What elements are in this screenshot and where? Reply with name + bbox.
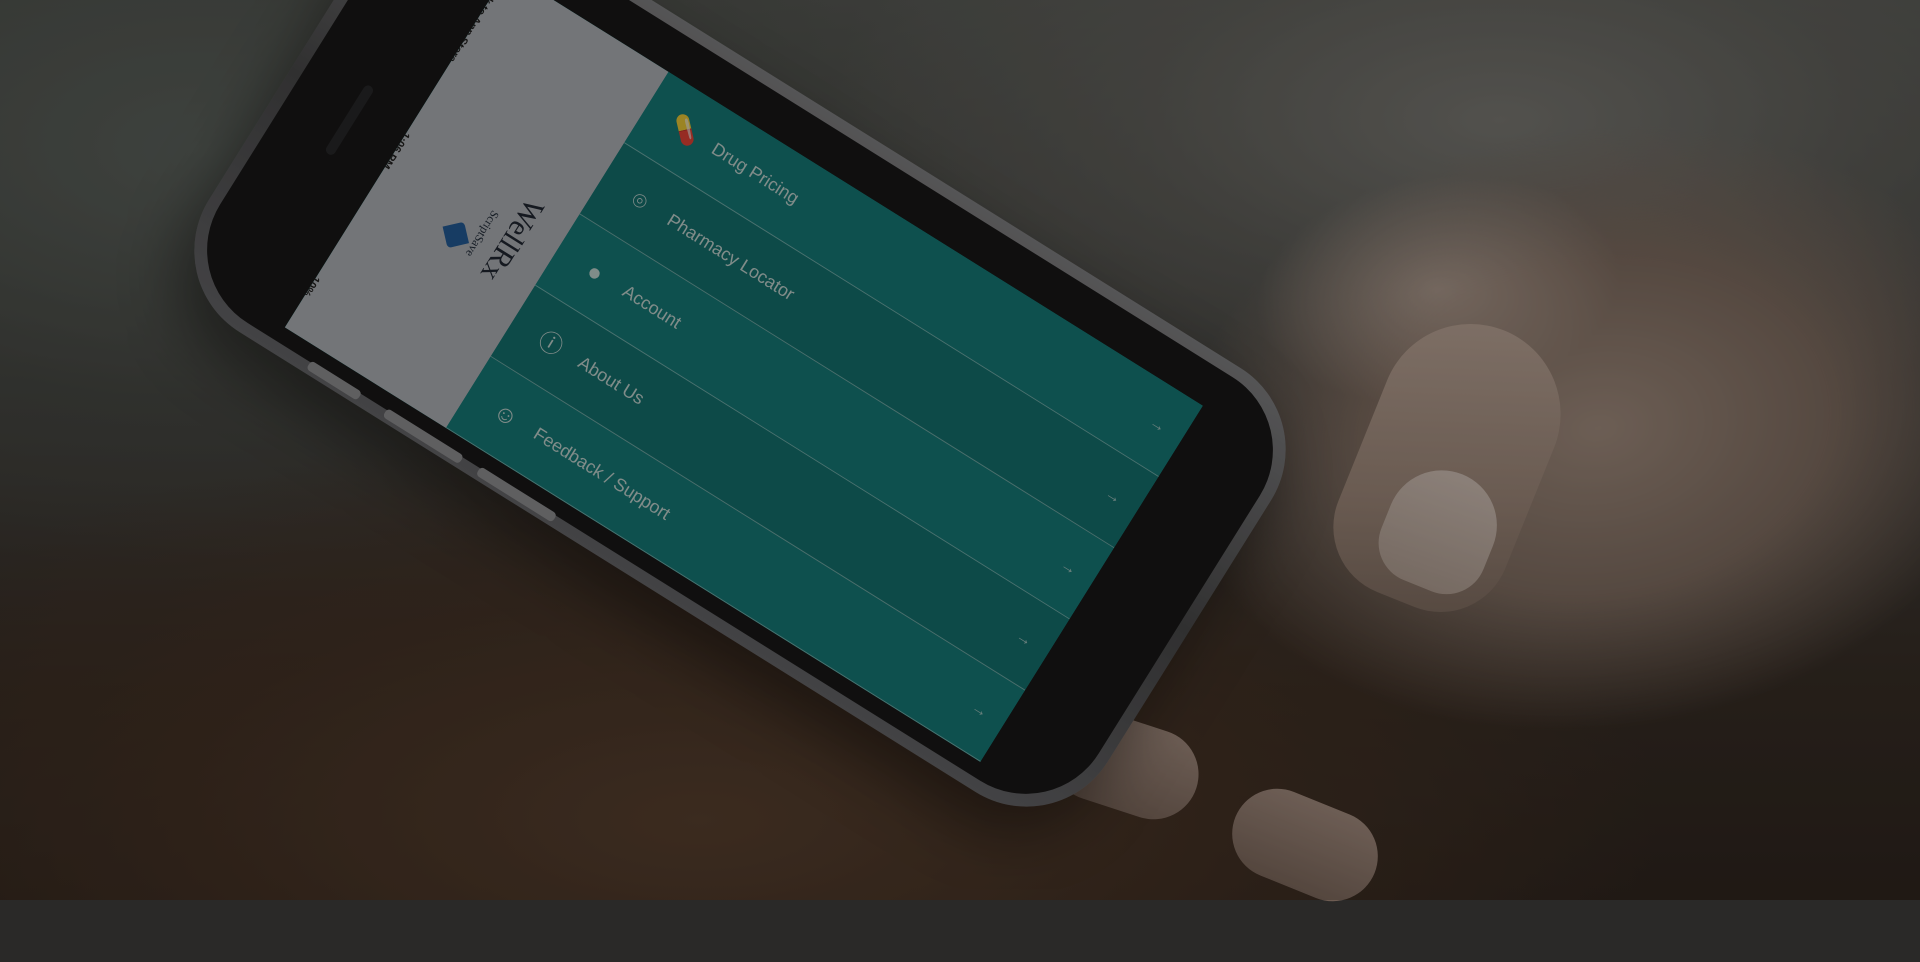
dark-overlay — [0, 0, 1920, 900]
